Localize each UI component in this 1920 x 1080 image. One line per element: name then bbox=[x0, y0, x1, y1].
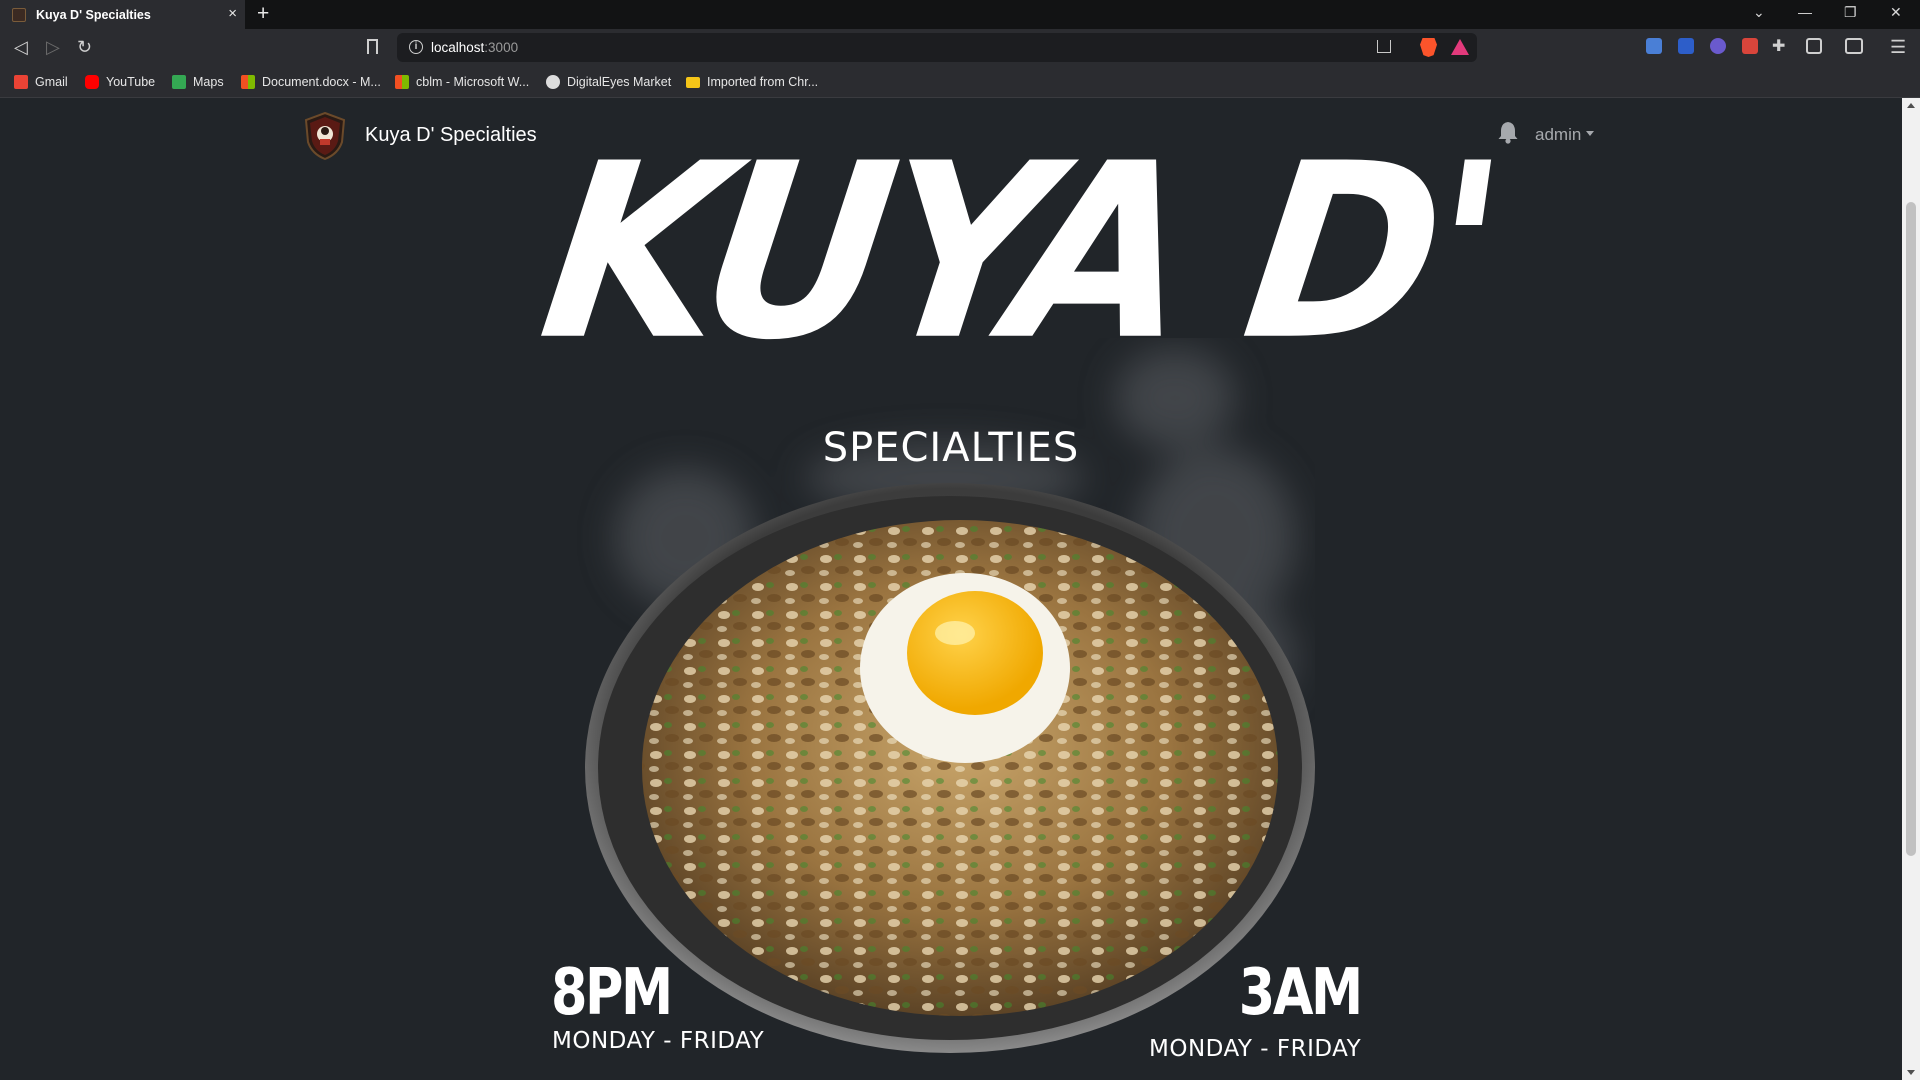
scroll-up-arrow-icon[interactable] bbox=[1907, 103, 1915, 108]
bookmark-cblm[interactable]: cblm - Microsoft W... bbox=[395, 75, 529, 89]
minimize-icon[interactable]: — bbox=[1798, 4, 1812, 20]
close-window-icon[interactable]: ✕ bbox=[1890, 4, 1902, 21]
brave-rewards-icon[interactable] bbox=[1451, 39, 1469, 55]
site-info-icon[interactable]: i bbox=[409, 40, 423, 54]
brand-name[interactable]: Kuya D' Specialties bbox=[365, 124, 537, 147]
url-text[interactable]: localhost:3000 bbox=[431, 40, 518, 55]
share-icon[interactable] bbox=[1377, 40, 1391, 53]
bookmark-label: Document.docx - M... bbox=[262, 75, 381, 89]
bookmark-label: YouTube bbox=[106, 75, 156, 89]
bookmark-gmail[interactable]: Gmail bbox=[14, 75, 68, 89]
chevron-down-icon bbox=[1586, 131, 1595, 137]
tab-title: Kuya D' Specialties bbox=[36, 7, 151, 22]
folder-icon bbox=[686, 76, 700, 88]
reload-icon[interactable]: ↻ bbox=[77, 37, 92, 57]
close-days: MONDAY - FRIDAY bbox=[1149, 1036, 1362, 1062]
open-days: MONDAY - FRIDAY bbox=[552, 1028, 765, 1054]
bookmark-label: Gmail bbox=[35, 75, 68, 89]
tab-strip: Kuya D' Specialties × + ⌄ — ❐ ✕ bbox=[0, 0, 1920, 29]
extension-bitwarden-icon[interactable] bbox=[1678, 38, 1694, 54]
bookmark-digitaleyes[interactable]: DigitalEyes Market bbox=[546, 75, 671, 89]
user-name: admin bbox=[1535, 125, 1582, 144]
page-scrollbar[interactable] bbox=[1902, 98, 1920, 1080]
page-content: Kuya D' Specialties admin KUYA D' SPECIA… bbox=[0, 98, 1902, 1080]
hero-subtitle: SPECIALTIES bbox=[822, 425, 1080, 471]
bookmark-folder-imported[interactable]: Imported from Chr... bbox=[686, 75, 818, 89]
microsoft-icon bbox=[395, 75, 409, 89]
tab-search-icon[interactable]: ⌄ bbox=[1753, 4, 1765, 21]
extension-screen-icon[interactable] bbox=[1646, 38, 1662, 54]
sidebar-icon[interactable] bbox=[1806, 38, 1822, 54]
youtube-icon bbox=[85, 75, 99, 89]
extension-red-icon[interactable] bbox=[1742, 38, 1758, 54]
bookmark-page-icon[interactable] bbox=[367, 39, 378, 58]
bookmark-maps[interactable]: Maps bbox=[172, 75, 224, 89]
user-dropdown[interactable]: admin bbox=[1535, 125, 1595, 145]
extensions-puzzle-icon[interactable]: ✚ bbox=[1772, 37, 1785, 57]
new-tab-button[interactable]: + bbox=[257, 3, 269, 25]
url-port: :3000 bbox=[484, 40, 519, 55]
address-bar[interactable]: i localhost:3000 bbox=[397, 33, 1477, 62]
bookmark-youtube[interactable]: YouTube bbox=[85, 75, 155, 89]
hero-title: KUYA D' bbox=[528, 111, 1510, 393]
bookmark-label: Imported from Chr... bbox=[707, 75, 819, 89]
brave-shields-icon[interactable] bbox=[1420, 38, 1437, 57]
digitaleyes-icon bbox=[546, 75, 560, 89]
maps-icon bbox=[172, 75, 186, 89]
extension-chat-icon[interactable] bbox=[1710, 38, 1726, 54]
scrollbar-thumb[interactable] bbox=[1906, 202, 1916, 856]
restore-icon[interactable]: ❐ bbox=[1844, 4, 1857, 21]
open-time: 8PM bbox=[551, 956, 673, 1030]
url-host: localhost bbox=[431, 40, 485, 55]
tab-close-icon[interactable]: × bbox=[228, 6, 237, 22]
back-icon[interactable]: ◁ bbox=[14, 37, 28, 57]
bookmark-document[interactable]: Document.docx - M... bbox=[241, 75, 381, 89]
brand-logo-icon[interactable] bbox=[304, 112, 346, 160]
browser-toolbar: ◁ ▷ ↻ i localhost:3000 ✚ ☰ bbox=[0, 29, 1920, 67]
bookmark-label: cblm - Microsoft W... bbox=[416, 75, 530, 89]
bookmark-label: Maps bbox=[193, 75, 224, 89]
bookmark-label: DigitalEyes Market bbox=[567, 75, 672, 89]
menu-icon[interactable]: ☰ bbox=[1890, 37, 1906, 57]
browser-tab[interactable]: Kuya D' Specialties × bbox=[0, 0, 245, 29]
gmail-icon bbox=[14, 75, 28, 89]
scroll-down-arrow-icon[interactable] bbox=[1907, 1070, 1915, 1075]
forward-icon[interactable]: ▷ bbox=[46, 37, 60, 57]
bookmarks-bar: Gmail YouTube Maps Document.docx - M... … bbox=[0, 67, 1920, 98]
sisig-skillet-image bbox=[585, 483, 1315, 1053]
close-time: 3AM bbox=[1239, 956, 1363, 1030]
tab-favicon-icon bbox=[12, 7, 26, 22]
microsoft-icon bbox=[241, 75, 255, 89]
wallet-icon[interactable] bbox=[1845, 38, 1863, 54]
